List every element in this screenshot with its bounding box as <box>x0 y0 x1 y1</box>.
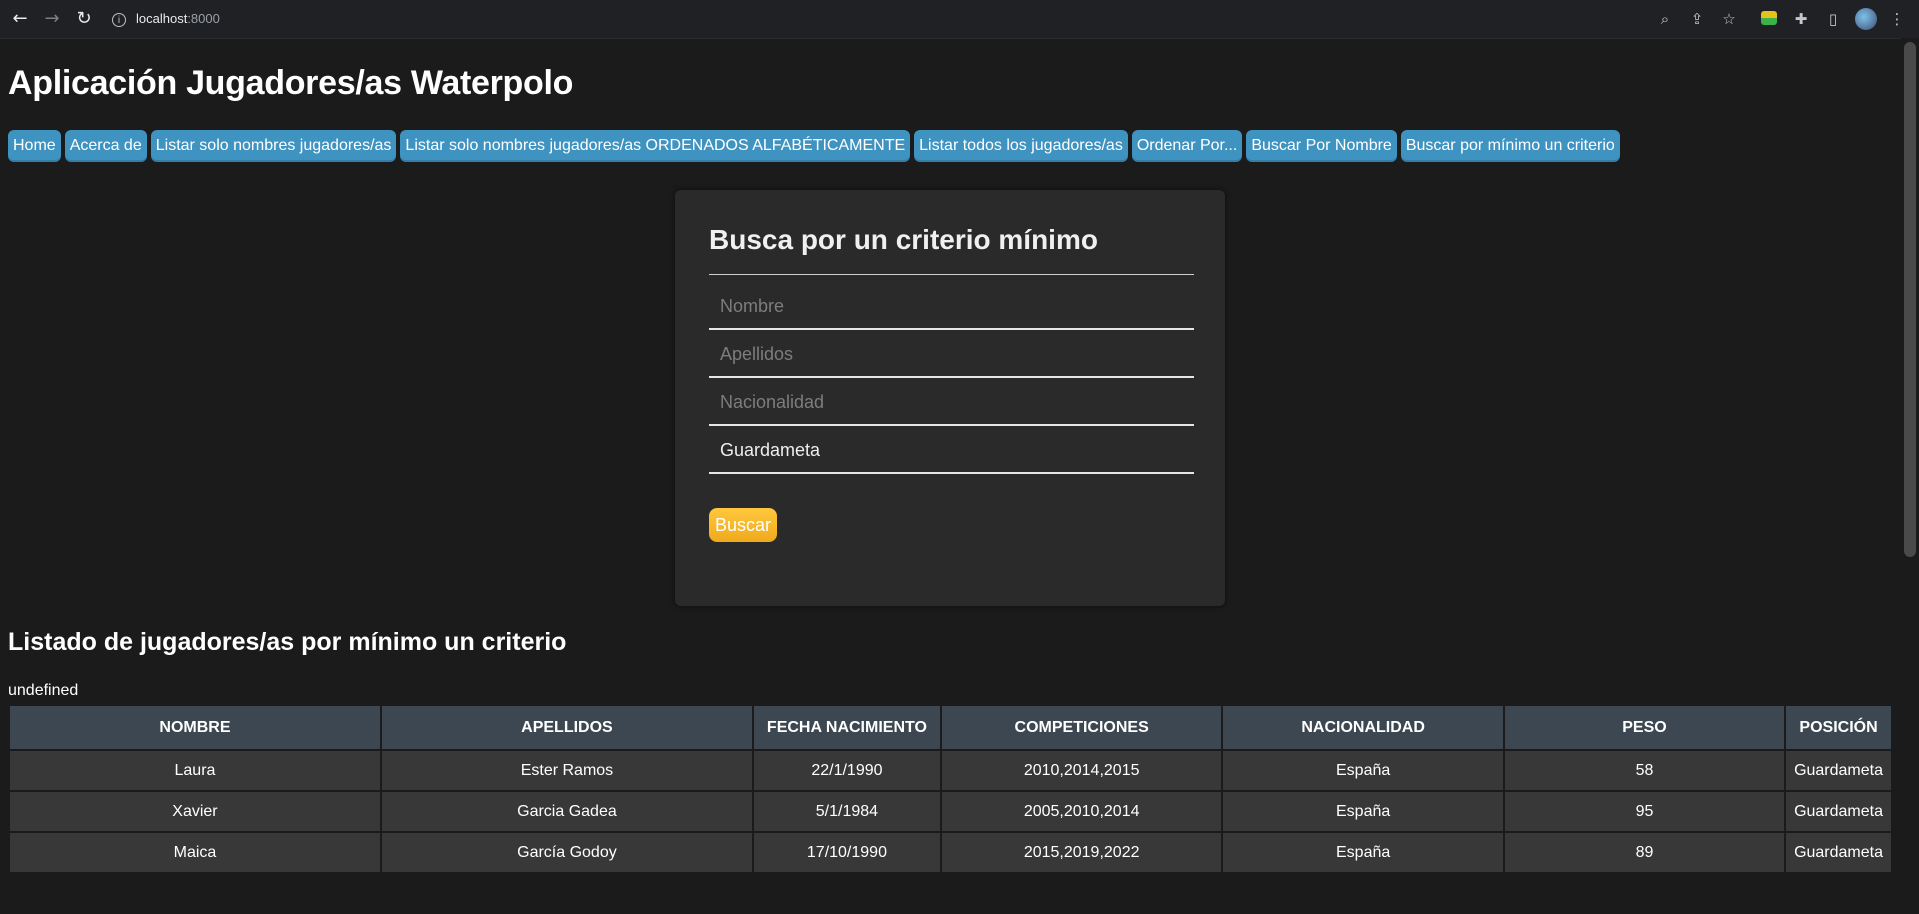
cell-fecha: 17/10/1990 <box>753 833 940 872</box>
nav-listar-nombres[interactable]: Listar solo nombres jugadores/as <box>150 130 397 162</box>
cell-nombre: Xavier <box>10 792 380 831</box>
col-fecha-nacimiento: FECHA NACIMIENTO <box>753 706 940 749</box>
nombre-field[interactable] <box>709 284 1194 330</box>
cell-nacionalidad: España <box>1223 792 1503 831</box>
nacionalidad-field[interactable] <box>709 380 1194 426</box>
cell-apellidos: Garcia Gadea <box>381 792 752 831</box>
cell-peso: 95 <box>1504 792 1785 831</box>
nav-buscar-por-nombre[interactable]: Buscar Por Nombre <box>1246 130 1397 162</box>
cell-apellidos: Ester Ramos <box>381 751 752 790</box>
browser-toolbar: ← → ↻ i localhost:8000 ⌕ ⇪ ☆ ✚ ▯ ⋮ <box>0 0 1919 39</box>
main-nav: Home Acerca de Listar solo nombres jugad… <box>8 130 1620 162</box>
buscar-button[interactable]: Buscar <box>709 508 778 542</box>
nav-listar-todos[interactable]: Listar todos los jugadores/as <box>914 130 1128 162</box>
table-header-row: NOMBRE APELLIDOS FECHA NACIMIENTO COMPET… <box>10 706 1891 749</box>
col-peso: PESO <box>1504 706 1785 749</box>
extension-icon[interactable] <box>1761 11 1777 25</box>
app-title: Aplicación Jugadores/as Waterpolo <box>8 64 574 102</box>
url-port: :8000 <box>187 11 220 26</box>
cell-nacionalidad: España <box>1223 833 1503 872</box>
site-info-icon[interactable]: i <box>112 12 126 27</box>
results-title: Listado de jugadores/as por mínimo un cr… <box>8 628 567 656</box>
search-form-heading: Busca por un criterio mínimo <box>709 224 1098 255</box>
nav-listar-nombres-ordenados[interactable]: Listar solo nombres jugadores/as ORDENAD… <box>400 130 911 162</box>
cell-competiciones: 2010,2014,2015 <box>941 751 1222 790</box>
share-icon[interactable]: ⇪ <box>1686 8 1708 30</box>
cell-posicion: Guardameta <box>1786 751 1891 790</box>
table-row: Laura Ester Ramos 22/1/1990 2010,2014,20… <box>10 751 1891 790</box>
cell-nombre: Maica <box>10 833 380 872</box>
cell-apellidos: García Godoy <box>381 833 752 872</box>
extensions-puzzle-icon[interactable]: ✚ <box>1790 8 1812 30</box>
cell-nacionalidad: España <box>1223 751 1503 790</box>
forward-icon[interactable]: → <box>41 8 63 30</box>
address-bar[interactable]: i localhost:8000 <box>112 7 220 31</box>
profile-avatar[interactable] <box>1855 8 1877 30</box>
posicion-field[interactable] <box>709 428 1194 474</box>
results-note: undefined <box>8 682 79 699</box>
cell-competiciones: 2015,2019,2022 <box>941 833 1222 872</box>
reload-icon[interactable]: ↻ <box>73 8 95 30</box>
col-nombre: NOMBRE <box>10 706 380 749</box>
nav-home[interactable]: Home <box>8 130 61 162</box>
url-host: localhost <box>136 11 188 26</box>
cell-peso: 89 <box>1504 833 1785 872</box>
scrollbar-thumb[interactable] <box>1904 42 1916 557</box>
table-row: Xavier Garcia Gadea 5/1/1984 2005,2010,2… <box>10 792 1891 831</box>
search-form-card: Busca por un criterio mínimo Buscar <box>675 190 1225 606</box>
nav-buscar-minimo-criterio[interactable]: Buscar por mínimo un criterio <box>1400 130 1620 162</box>
col-apellidos: APELLIDOS <box>381 706 752 749</box>
cell-fecha: 22/1/1990 <box>753 751 940 790</box>
cell-competiciones: 2005,2010,2014 <box>941 792 1222 831</box>
nav-ordenar-por[interactable]: Ordenar Por... <box>1131 130 1243 162</box>
cell-posicion: Guardameta <box>1786 792 1891 831</box>
bookmark-star-icon[interactable]: ☆ <box>1718 8 1740 30</box>
col-nacionalidad: NACIONALIDAD <box>1223 706 1503 749</box>
cell-posicion: Guardameta <box>1786 833 1891 872</box>
players-table: NOMBRE APELLIDOS FECHA NACIMIENTO COMPET… <box>8 704 1893 874</box>
cell-nombre: Laura <box>10 751 380 790</box>
page-scrollbar[interactable] <box>1901 38 1919 914</box>
apellidos-field[interactable] <box>709 332 1194 378</box>
cell-fecha: 5/1/1984 <box>753 792 940 831</box>
cell-peso: 58 <box>1504 751 1785 790</box>
side-panel-icon[interactable]: ▯ <box>1822 8 1844 30</box>
table-row: Maica García Godoy 17/10/1990 2015,2019,… <box>10 833 1891 872</box>
heading-divider <box>709 274 1194 275</box>
menu-kebab-icon[interactable]: ⋮ <box>1886 8 1908 30</box>
zoom-icon[interactable]: ⌕ <box>1654 8 1676 30</box>
col-posicion: POSICIÓN <box>1786 706 1891 749</box>
nav-acerca-de[interactable]: Acerca de <box>64 130 147 162</box>
back-icon[interactable]: ← <box>9 8 31 30</box>
col-competiciones: COMPETICIONES <box>941 706 1222 749</box>
